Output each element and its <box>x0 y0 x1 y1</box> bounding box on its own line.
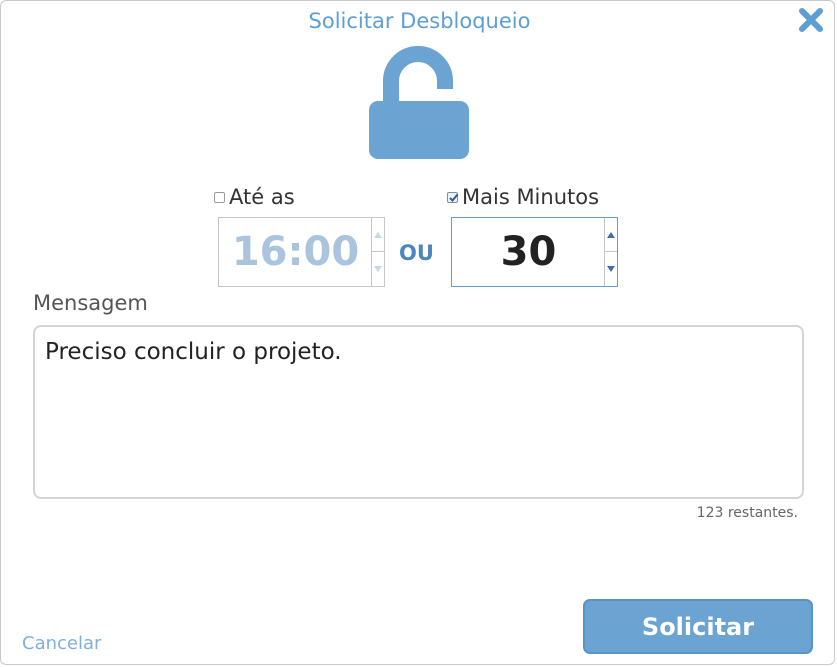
message-textarea[interactable]: Preciso concluir o projeto. <box>33 325 804 499</box>
dialog-title: Solicitar Desbloqueio <box>308 9 531 33</box>
submit-button[interactable]: Solicitar <box>583 599 813 654</box>
more-minutes-increment-button[interactable] <box>605 218 617 252</box>
more-minutes-decrement-button[interactable] <box>605 252 617 286</box>
caret-up-icon <box>607 231 615 238</box>
more-minutes-label: Mais Minutos <box>462 185 600 209</box>
caret-down-icon <box>374 266 382 272</box>
more-minutes-spinner[interactable]: 30 <box>451 217 618 287</box>
until-time-value: 16:00 <box>231 229 360 275</box>
or-separator: OU <box>399 241 434 265</box>
more-minutes-option[interactable]: Mais Minutos <box>447 185 599 209</box>
message-label: Mensagem <box>33 291 148 315</box>
until-time-label: Até as <box>229 185 295 209</box>
until-time-decrement-button[interactable] <box>372 252 384 286</box>
until-time-option[interactable]: Até as <box>214 185 295 209</box>
more-minutes-value: 30 <box>500 229 557 275</box>
more-minutes-checkbox[interactable] <box>447 191 459 203</box>
more-minutes-arrows <box>604 218 617 286</box>
until-time-arrows <box>371 218 384 286</box>
until-time-spinner[interactable]: 16:00 <box>218 217 385 287</box>
caret-down-icon <box>607 266 615 272</box>
until-time-checkbox[interactable] <box>214 191 225 203</box>
caret-up-icon <box>374 231 382 238</box>
unlock-icon <box>369 45 471 161</box>
unlock-request-dialog: Solicitar Desbloqueio Até as Mais Minuto… <box>0 0 835 665</box>
checkmark-icon <box>449 193 459 202</box>
close-icon[interactable] <box>798 7 824 33</box>
cancel-link[interactable]: Cancelar <box>22 633 101 654</box>
remaining-chars-counter: 123 restantes. <box>696 505 798 521</box>
until-time-increment-button[interactable] <box>372 218 384 252</box>
